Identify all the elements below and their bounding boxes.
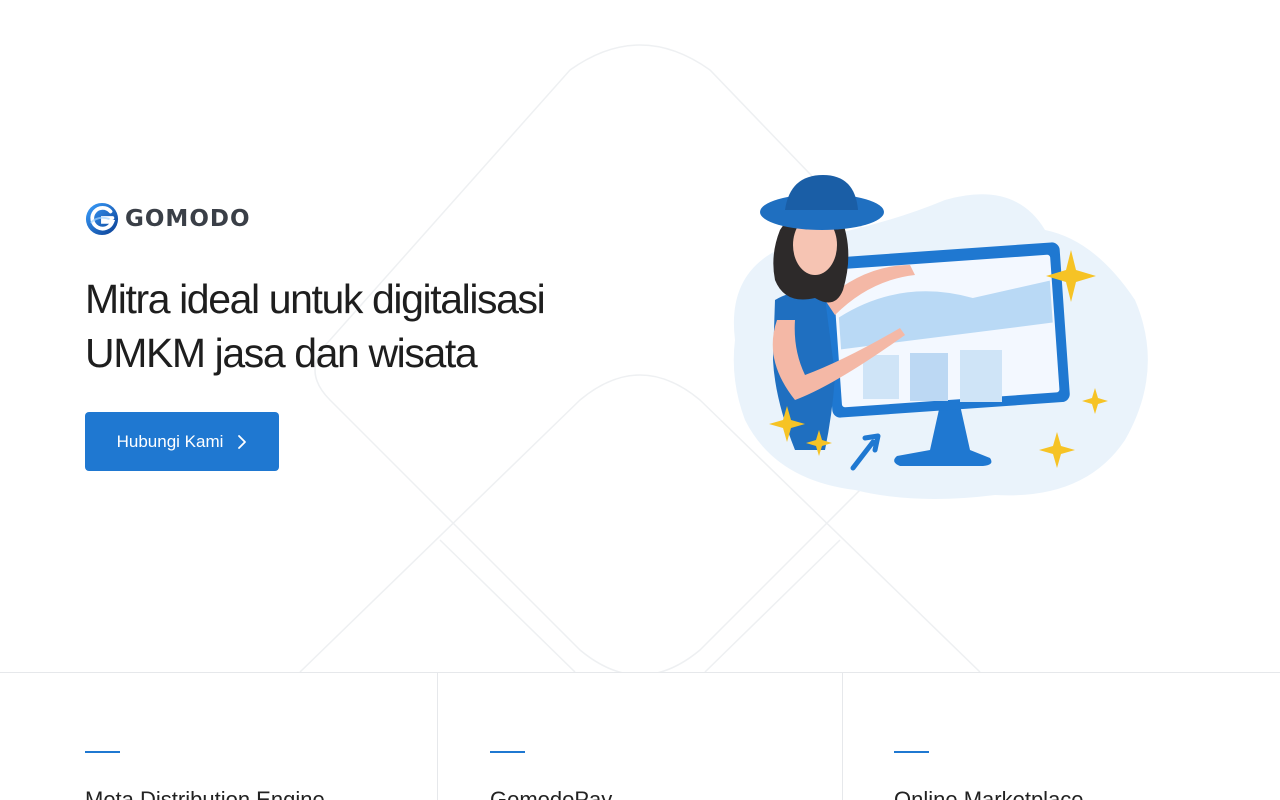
feature-card-meta-distribution[interactable]: Meta Distribution Engine [0, 673, 438, 800]
features-section: Meta Distribution Engine GomodoPay Onlin… [0, 672, 1280, 800]
feature-card-gomodopay[interactable]: GomodoPay [438, 673, 843, 800]
headline-line-2: UMKM jasa dan wisata [85, 330, 478, 376]
contact-us-label: Hubungi Kami [116, 431, 224, 451]
brand-logo[interactable]: GOMODO [85, 201, 251, 237]
brand-name: GOMODO [125, 206, 251, 232]
hero-section: GOMODO Mitra ideal untuk digitalisasi UM… [0, 0, 1280, 672]
gomodo-g-logo-icon [85, 202, 119, 236]
feature-accent-line [85, 751, 120, 753]
headline-line-1: Mitra ideal untuk digitalisasi [85, 276, 546, 322]
feature-card-online-marketplace[interactable]: Online Marketplace [843, 673, 1280, 800]
contact-us-button[interactable]: Hubungi Kami [85, 412, 279, 471]
chevron-right-icon [238, 434, 247, 449]
feature-accent-line [490, 751, 525, 753]
woman-presenting-monitor-illustration [733, 175, 1148, 499]
feature-title: Meta Distribution Engine [85, 787, 325, 800]
feature-title: GomodoPay [490, 787, 613, 800]
feature-accent-line [894, 751, 929, 753]
feature-title: Online Marketplace [894, 787, 1084, 800]
hero-headline: Mitra ideal untuk digitalisasi UMKM jasa… [85, 272, 645, 380]
